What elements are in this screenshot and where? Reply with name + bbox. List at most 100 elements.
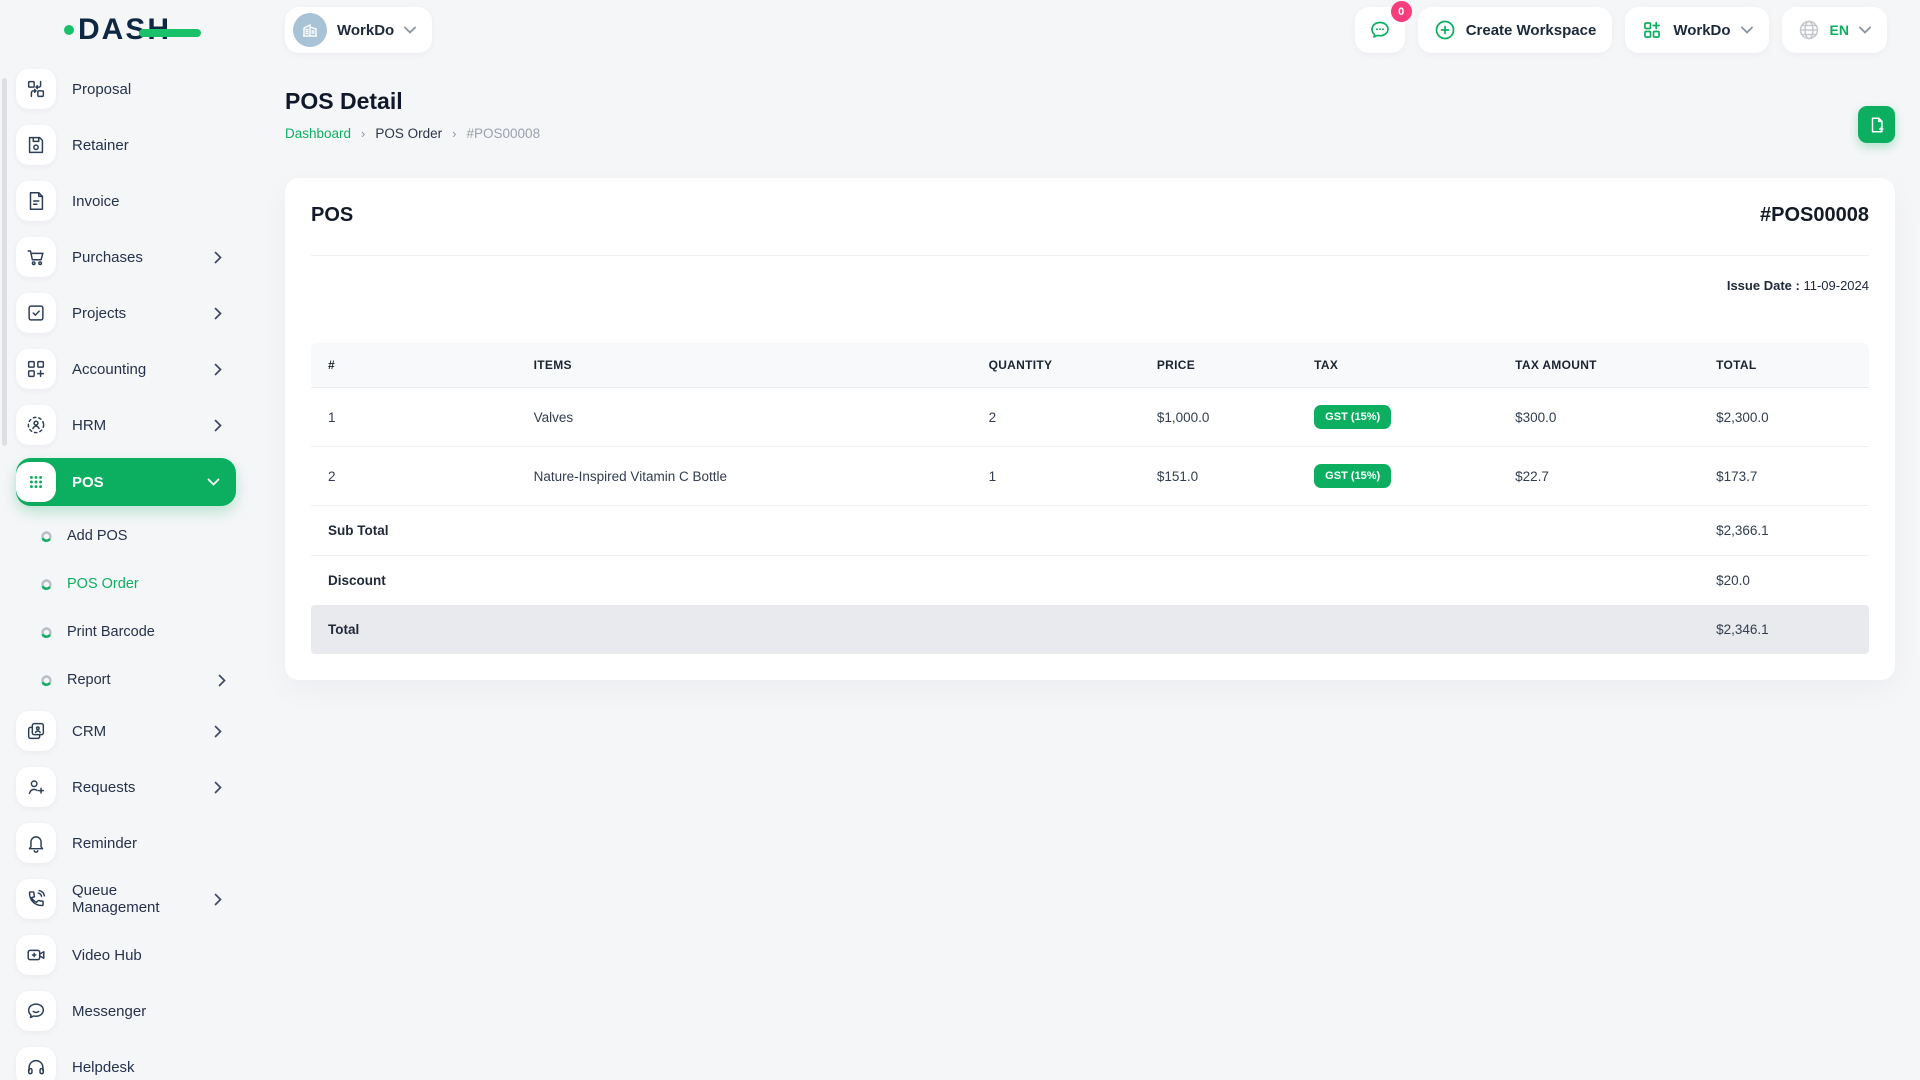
language-selector[interactable]: EN xyxy=(1781,7,1887,53)
breadcrumb-pos-number: #POS00008 xyxy=(466,126,541,141)
table-row: 2 Nature-Inspired Vitamin C Bottle 1 $15… xyxy=(311,446,1869,506)
sidebar-item-requests[interactable]: Requests xyxy=(16,764,236,810)
table-header-row: # ITEMS QUANTITY PRICE TAX TAX AMOUNT TO… xyxy=(311,343,1869,388)
create-workspace-label: Create Workspace xyxy=(1465,21,1597,39)
breadcrumb-separator-icon: › xyxy=(361,126,366,141)
sidebar-item-reminder[interactable]: Reminder xyxy=(16,820,236,866)
pos-detail-card: POS #POS00008 Issue Date : 11-09-2024 # … xyxy=(285,178,1895,680)
chevron-right-icon xyxy=(214,419,222,431)
bullet-icon xyxy=(41,578,52,590)
sidebar-item-pos[interactable]: POS xyxy=(16,458,236,506)
requests-icon xyxy=(16,767,56,807)
sidebar-subitem-label: Print Barcode xyxy=(67,624,155,640)
sidebar-subitem-label: Add POS xyxy=(67,528,128,544)
sidebar-item-hrm[interactable]: HRM xyxy=(16,402,236,448)
topbar: DASH WorkDo 0 Create Workspace WorkDo EN xyxy=(0,0,1920,58)
reminder-bell-icon xyxy=(16,823,56,863)
sidebar-item-label: Reminder xyxy=(72,834,138,852)
sidebar-item-messenger[interactable]: Messenger xyxy=(16,988,236,1034)
sidebar-item-helpdesk[interactable]: Helpdesk xyxy=(16,1044,236,1080)
sidebar-subitem-label: POS Order xyxy=(67,576,139,592)
chevron-down-icon xyxy=(1859,26,1871,34)
sidebar-subitem-report[interactable]: Report xyxy=(40,660,258,700)
subtotal-row: Sub Total $2,366.1 xyxy=(311,505,1869,556)
sidebar-item-crm[interactable]: CRM xyxy=(16,708,236,754)
breadcrumb-dashboard[interactable]: Dashboard xyxy=(285,126,351,141)
sidebar-item-label: Video Hub xyxy=(72,946,142,964)
cell-tax: GST (15%) xyxy=(1297,387,1499,447)
sidebar-item-video-hub[interactable]: Video Hub xyxy=(16,932,236,978)
issue-date-label: Issue Date : xyxy=(1726,278,1800,293)
cell-price: $151.0 xyxy=(1139,446,1298,506)
sidebar-item-invoice[interactable]: Invoice xyxy=(16,178,236,224)
hrm-icon xyxy=(16,405,56,445)
pos-items-table: # ITEMS QUANTITY PRICE TAX TAX AMOUNT TO… xyxy=(311,343,1869,654)
sidebar-item-queue-management[interactable]: Queue Management xyxy=(16,876,236,922)
create-workspace-button[interactable]: Create Workspace xyxy=(1417,7,1613,53)
sidebar-subitem-pos-order[interactable]: POS Order xyxy=(40,564,258,604)
tax-badge: GST (15%) xyxy=(1314,464,1392,488)
cell-total: $173.7 xyxy=(1699,446,1869,506)
breadcrumb-separator-icon: › xyxy=(452,126,457,141)
chevron-down-icon xyxy=(207,478,220,486)
bullet-icon xyxy=(41,530,52,542)
sidebar-item-accounting[interactable]: Accounting xyxy=(16,346,236,392)
invoice-icon xyxy=(16,181,56,221)
workspace-avatar xyxy=(293,13,327,47)
subtotal-value: $2,366.1 xyxy=(1699,505,1869,556)
phone-queue-icon xyxy=(16,879,56,919)
cell-index: 1 xyxy=(311,387,517,447)
total-row: Total $2,346.1 xyxy=(311,605,1869,654)
crm-icon xyxy=(16,711,56,751)
col-price: PRICE xyxy=(1139,343,1298,388)
chevron-down-icon xyxy=(404,26,417,34)
chevron-right-icon xyxy=(218,674,226,686)
sidebar-item-label: Queue Management xyxy=(72,882,160,916)
account-menu-label: WorkDo xyxy=(1673,21,1731,39)
issue-date-value: 11-09-2024 xyxy=(1803,278,1869,293)
sidebar-item-proposal[interactable]: Proposal xyxy=(16,66,236,112)
discount-label: Discount xyxy=(328,573,386,588)
cell-quantity: 2 xyxy=(971,387,1140,447)
dash-logo[interactable]: DASH xyxy=(64,13,202,47)
issue-date: Issue Date : 11-09-2024 xyxy=(311,278,1869,293)
sidebar-item-projects[interactable]: Projects xyxy=(16,290,236,336)
plus-circle-icon xyxy=(1435,20,1455,40)
sidebar-item-label: Proposal xyxy=(72,80,132,98)
total-value: $2,346.1 xyxy=(1699,605,1869,654)
discount-row: Discount $20.0 xyxy=(311,556,1869,606)
messages-count-badge: 0 xyxy=(1390,1,1412,22)
sidebar-item-purchases[interactable]: Purchases xyxy=(16,234,236,280)
sidebar-subitem-add-pos[interactable]: Add POS xyxy=(40,516,258,556)
breadcrumb: Dashboard › POS Order › #POS00008 xyxy=(285,126,540,141)
chevron-right-icon xyxy=(214,363,222,375)
export-document-button[interactable] xyxy=(1858,106,1895,143)
sidebar-item-retainer[interactable]: Retainer xyxy=(16,122,236,168)
projects-icon xyxy=(16,293,56,333)
page-title: POS Detail xyxy=(285,88,403,114)
sidebar-item-label: Requests xyxy=(72,778,136,796)
tax-badge: GST (15%) xyxy=(1314,405,1392,429)
sidebar-scrollbar[interactable] xyxy=(2,78,7,446)
bullet-icon xyxy=(41,626,52,638)
col-quantity: QUANTITY xyxy=(971,343,1140,388)
sidebar-item-label: Helpdesk xyxy=(72,1058,135,1076)
sidebar-item-label: Invoice xyxy=(72,192,120,210)
sidebar-item-label: CRM xyxy=(72,722,107,740)
cell-tax: GST (15%) xyxy=(1297,446,1499,506)
language-code: EN xyxy=(1829,22,1849,38)
messages-button[interactable]: 0 xyxy=(1354,1,1412,53)
document-plus-icon xyxy=(1871,117,1884,132)
sidebar-subitem-print-barcode[interactable]: Print Barcode xyxy=(40,612,258,652)
chevron-down-icon xyxy=(1740,26,1753,34)
breadcrumb-pos-order[interactable]: POS Order xyxy=(375,126,442,141)
proposal-icon xyxy=(16,69,56,109)
account-menu[interactable]: WorkDo xyxy=(1625,7,1769,53)
card-header: POS #POS00008 xyxy=(311,178,1869,256)
globe-icon xyxy=(1799,20,1818,40)
sidebar-subitem-label: Report xyxy=(67,672,111,688)
workspace-selector[interactable]: WorkDo xyxy=(285,7,433,53)
col-total: TOTAL xyxy=(1699,343,1869,388)
sidebar: Proposal Retainer Invoice Purchases Proj… xyxy=(0,58,258,1080)
chevron-right-icon xyxy=(214,781,222,793)
